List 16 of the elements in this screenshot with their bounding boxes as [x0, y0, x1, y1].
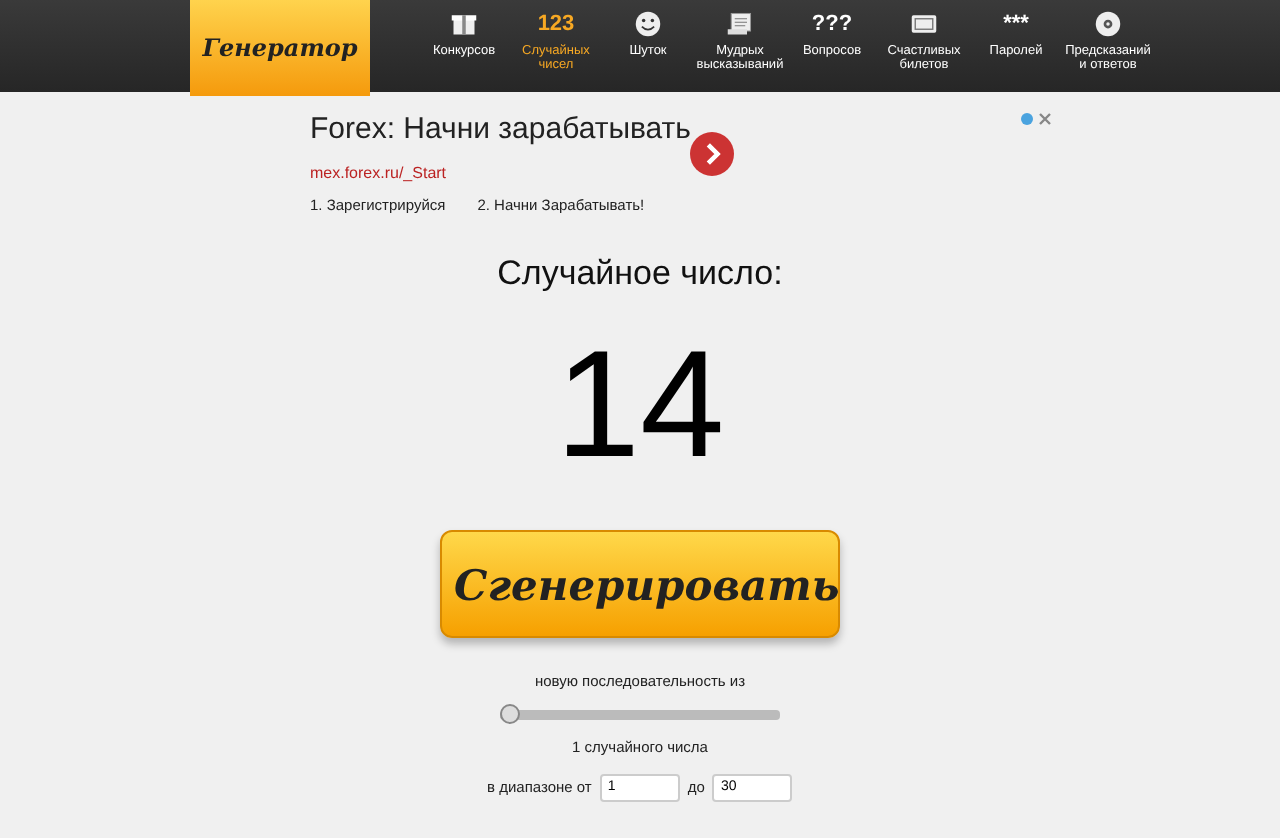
generate-button[interactable]: Сгенерировать [440, 530, 840, 639]
result-heading: Случайное число: [497, 251, 783, 296]
scroll-icon [726, 10, 754, 38]
nav-glyph: 123 [537, 10, 575, 38]
disc-icon [1094, 10, 1122, 38]
random-number: 14 [555, 330, 725, 483]
ticket-icon [910, 10, 938, 38]
ad-url[interactable]: mex.forex.ru/_Start [310, 161, 1060, 185]
ad-title[interactable]: Forex: Начни зарабатывать [310, 108, 1060, 153]
smiley-icon [634, 10, 662, 38]
nav-glyph: ??? [811, 10, 853, 38]
ad-choices-icon[interactable] [1020, 112, 1052, 126]
logo[interactable]: Генератор [190, 0, 370, 96]
gift-icon [450, 10, 478, 38]
slider-thumb[interactable] [500, 703, 520, 723]
nav-glyph: *** [1003, 10, 1029, 38]
